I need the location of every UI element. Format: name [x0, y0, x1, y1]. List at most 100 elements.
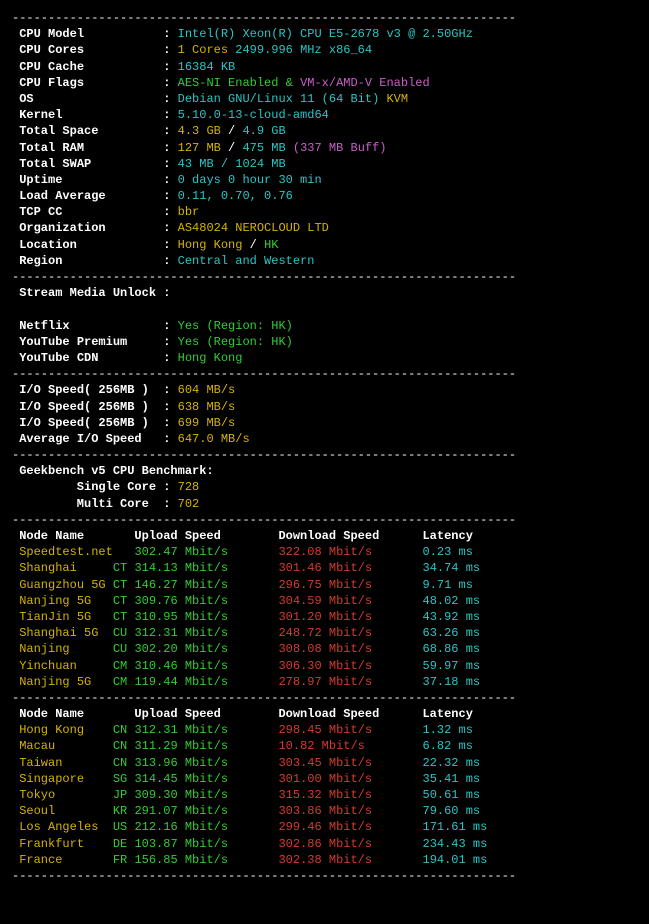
info-value: 4.9 GB: [242, 124, 285, 138]
info-value: AS48024 NEROCLOUD LTD: [178, 221, 329, 235]
node-cc: CM: [113, 659, 135, 673]
speedtest-row: TianJin 5G CT 310.95 Mbit/s 301.20 Mbit/…: [12, 609, 637, 625]
info-value: 5.10.0-13-cloud-amd64: [178, 108, 329, 122]
download-speed: 278.97 Mbit/s: [278, 675, 422, 689]
upload-speed: 310.46 Mbit/s: [134, 659, 278, 673]
upload-speed: 311.29 Mbit/s: [134, 739, 278, 753]
speedtest-row: Taiwan CN 313.96 Mbit/s 303.45 Mbit/s 22…: [12, 755, 637, 771]
info-label: Uptime: [19, 173, 163, 187]
info-value: bbr: [178, 205, 200, 219]
info-row: CPU Model : Intel(R) Xeon(R) CPU E5-2678…: [12, 26, 637, 42]
node-name: Speedtest.net: [19, 545, 113, 559]
io-label: I/O Speed( 256MB ): [19, 383, 163, 397]
speedtest-row: Shanghai CT 314.13 Mbit/s 301.46 Mbit/s …: [12, 560, 637, 576]
info-label: CPU Cores: [19, 43, 163, 57]
info-value: KVM: [379, 92, 408, 106]
node-cc: DE: [113, 837, 135, 851]
th-download: Download Speed: [278, 707, 422, 721]
info-row: Total SWAP : 43 MB / 1024 MB: [12, 156, 637, 172]
node-name: Los Angeles: [19, 820, 113, 834]
upload-speed: 312.31 Mbit/s: [134, 626, 278, 640]
download-speed: 299.46 Mbit/s: [278, 820, 422, 834]
info-label: Total Space: [19, 124, 163, 138]
node-cc: SG: [113, 772, 135, 786]
upload-speed: 314.45 Mbit/s: [134, 772, 278, 786]
download-speed: 322.08 Mbit/s: [278, 545, 422, 559]
divider: ----------------------------------------…: [12, 690, 637, 706]
node-name: Hong Kong: [19, 723, 113, 737]
divider: ----------------------------------------…: [12, 868, 637, 884]
io-value: 699 MB/s: [178, 416, 236, 430]
latency: 50.61 ms: [423, 788, 481, 802]
info-value: 16384 KB: [178, 60, 236, 74]
info-row: Kernel : 5.10.0-13-cloud-amd64: [12, 107, 637, 123]
stream-label: YouTube CDN: [19, 351, 163, 365]
th-download: Download Speed: [278, 529, 422, 543]
node-name: Seoul: [19, 804, 113, 818]
info-row: CPU Flags : AES-NI Enabled & VM-x/AMD-V …: [12, 75, 637, 91]
th-node: Node Name: [19, 529, 134, 543]
info-row: Location : Hong Kong / HK: [12, 237, 637, 253]
node-cc: CT: [113, 594, 135, 608]
download-speed: 302.86 Mbit/s: [278, 837, 422, 851]
info-label: Kernel: [19, 108, 163, 122]
info-row: CPU Cache : 16384 KB: [12, 59, 637, 75]
stream-header: Stream Media Unlock: [19, 286, 163, 300]
speedtest-row: Nanjing 5G CM 119.44 Mbit/s 278.97 Mbit/…: [12, 674, 637, 690]
node-name: Yinchuan: [19, 659, 113, 673]
speedtest-row: Guangzhou 5G CT 146.27 Mbit/s 296.75 Mbi…: [12, 577, 637, 593]
node-name: Nanjing: [19, 642, 113, 656]
info-row: Uptime : 0 days 0 hour 30 min: [12, 172, 637, 188]
node-cc: CT: [113, 561, 135, 575]
info-value: 2499.996 MHz x86_64: [228, 43, 372, 57]
io-value: 638 MB/s: [178, 400, 236, 414]
download-speed: 302.38 Mbit/s: [278, 853, 422, 867]
stream-value: Yes (Region: HK): [178, 319, 293, 333]
upload-speed: 309.76 Mbit/s: [134, 594, 278, 608]
download-speed: 304.59 Mbit/s: [278, 594, 422, 608]
info-value: 475 MB: [242, 141, 285, 155]
latency: 63.26 ms: [423, 626, 481, 640]
info-value: /: [221, 124, 243, 138]
info-value: /: [242, 238, 264, 252]
node-name: Nanjing 5G: [19, 594, 113, 608]
download-speed: 306.30 Mbit/s: [278, 659, 422, 673]
download-speed: 301.20 Mbit/s: [278, 610, 422, 624]
info-row: TCP CC : bbr: [12, 204, 637, 220]
info-label: CPU Flags: [19, 76, 163, 90]
divider: ----------------------------------------…: [12, 269, 637, 285]
stream-row: YouTube Premium : Yes (Region: HK): [12, 334, 637, 350]
info-value: 1 Cores: [178, 43, 228, 57]
upload-speed: 103.87 Mbit/s: [134, 837, 278, 851]
node-cc: FR: [113, 853, 135, 867]
download-speed: 301.46 Mbit/s: [278, 561, 422, 575]
speedtest-row: Frankfurt DE 103.87 Mbit/s 302.86 Mbit/s…: [12, 836, 637, 852]
node-name: France: [19, 853, 113, 867]
download-speed: 248.72 Mbit/s: [278, 626, 422, 640]
th-upload: Upload Speed: [134, 529, 278, 543]
latency: 79.60 ms: [423, 804, 481, 818]
node-name: TianJin 5G: [19, 610, 113, 624]
info-label: CPU Model: [19, 27, 163, 41]
speedtest-row: France FR 156.85 Mbit/s 302.38 Mbit/s 19…: [12, 852, 637, 868]
latency: 68.86 ms: [423, 642, 481, 656]
speedtest-row: Singapore SG 314.45 Mbit/s 301.00 Mbit/s…: [12, 771, 637, 787]
io-row: I/O Speed( 256MB ) : 638 MB/s: [12, 399, 637, 415]
upload-speed: 119.44 Mbit/s: [134, 675, 278, 689]
latency: 9.71 ms: [423, 578, 473, 592]
io-value: 647.0 MB/s: [178, 432, 250, 446]
node-cc: KR: [113, 804, 135, 818]
info-value: HK: [264, 238, 278, 252]
node-name: Frankfurt: [19, 837, 113, 851]
latency: 43.92 ms: [423, 610, 481, 624]
upload-speed: 314.13 Mbit/s: [134, 561, 278, 575]
node-cc: CU: [113, 642, 135, 656]
info-value: 0.11, 0.70, 0.76: [178, 189, 293, 203]
info-label: TCP CC: [19, 205, 163, 219]
download-speed: 296.75 Mbit/s: [278, 578, 422, 592]
upload-speed: 302.47 Mbit/s: [134, 545, 278, 559]
latency: 48.02 ms: [423, 594, 481, 608]
upload-speed: 313.96 Mbit/s: [134, 756, 278, 770]
info-value: 0 days 0 hour 30 min: [178, 173, 322, 187]
info-value: 43 MB / 1024 MB: [178, 157, 286, 171]
